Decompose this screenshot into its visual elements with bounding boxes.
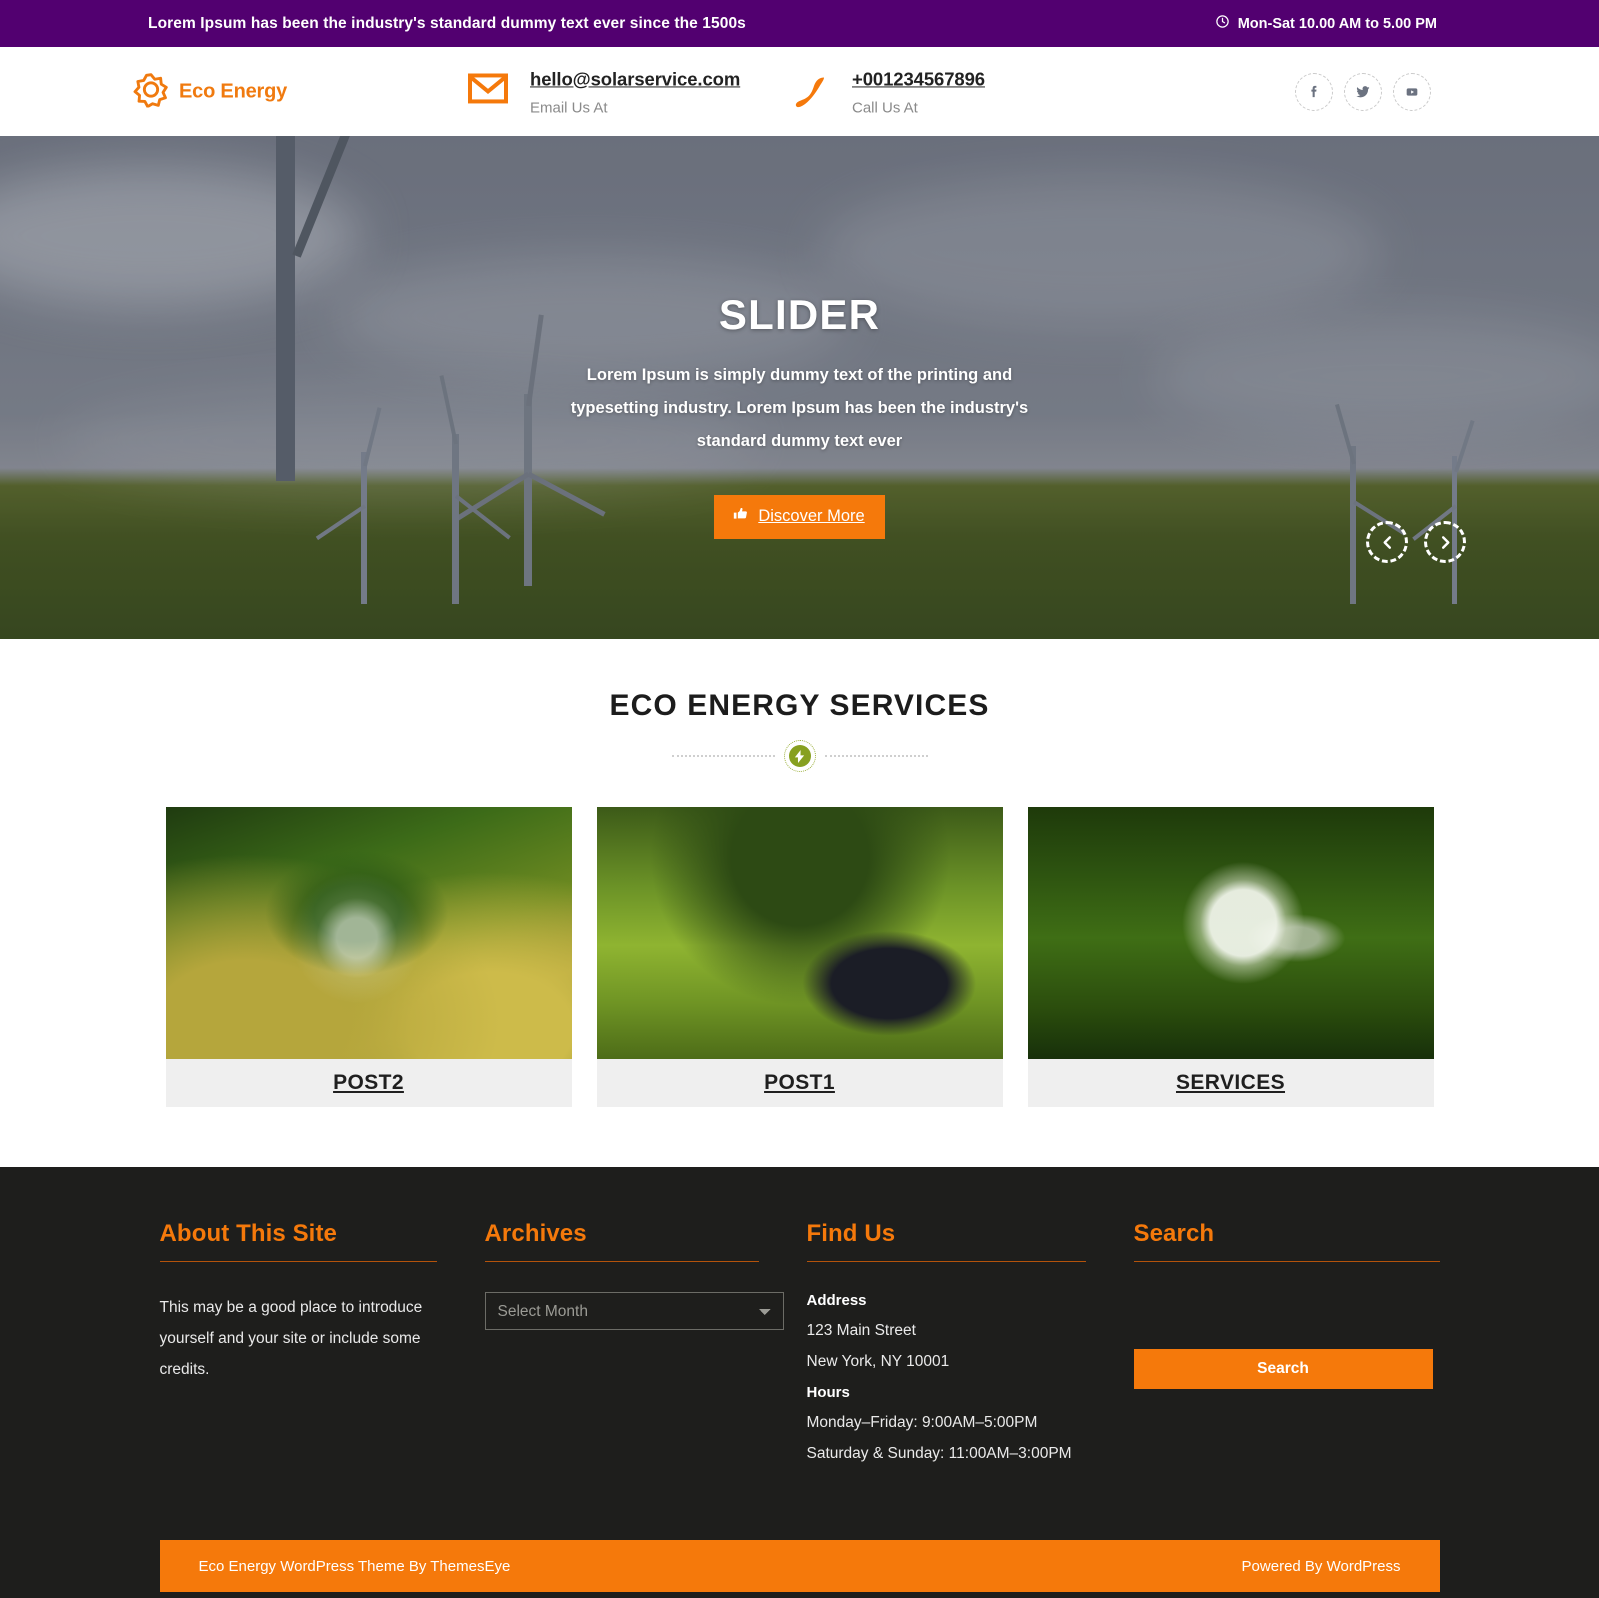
slider-content: SLIDER Lorem Ipsum is simply dummy text … xyxy=(0,291,1599,539)
top-announcement-bar: Lorem Ipsum has been the industry's stan… xyxy=(0,0,1599,47)
service-card-image[interactable] xyxy=(596,807,1003,1059)
hours-line-1: Monday–Friday: 9:00AM–5:00PM xyxy=(806,1414,1038,1431)
services-section: ECO ENERGY SERVICES POST2 POST1 SERVICES xyxy=(0,639,1599,1167)
footer-about-title: About This Site xyxy=(159,1220,337,1247)
logo-text: Eco Energy xyxy=(179,80,288,102)
slider-navigation xyxy=(1366,521,1466,563)
site-logo[interactable]: Eco Energy xyxy=(133,71,287,112)
chevron-right-icon[interactable] xyxy=(1424,521,1466,563)
service-card-image[interactable] xyxy=(165,807,572,1059)
archives-month-select[interactable]: Select Month xyxy=(484,1292,784,1330)
service-card-image[interactable] xyxy=(1027,807,1434,1059)
divider-line-left xyxy=(671,755,775,757)
service-card-caption: POST2 xyxy=(165,1059,572,1107)
service-card-caption: SERVICES xyxy=(1027,1059,1434,1107)
topbar-message: Lorem Ipsum has been the industry's stan… xyxy=(148,14,746,32)
search-input[interactable] xyxy=(1133,1292,1433,1330)
footer-credit-left[interactable]: Eco Energy WordPress Theme By ThemesEye xyxy=(199,1558,511,1575)
header-email-label: Email Us At xyxy=(530,99,608,117)
footer-bottom-bar: Eco Energy WordPress Theme By ThemesEye … xyxy=(159,1540,1440,1592)
service-card-caption: POST1 xyxy=(596,1059,1003,1107)
site-footer: About This Site This may be a good place… xyxy=(0,1167,1599,1598)
youtube-icon[interactable] xyxy=(1393,72,1431,111)
social-links xyxy=(1295,72,1431,111)
divider-line-right xyxy=(824,755,928,757)
footer-widget-search: Search Search xyxy=(1133,1220,1440,1476)
footer-credit-right[interactable]: Powered By WordPress xyxy=(1242,1558,1401,1575)
envelope-icon xyxy=(468,72,508,108)
topbar-hours-text: Mon-Sat 10.00 AM to 5.00 PM xyxy=(1237,15,1437,32)
header-email-block: hello@solarservice.com Email Us At xyxy=(468,67,740,116)
discover-more-button[interactable]: Discover More xyxy=(714,495,885,539)
address-label: Address xyxy=(806,1292,867,1309)
hero-slider: SLIDER Lorem Ipsum is simply dummy text … xyxy=(0,136,1599,639)
footer-widget-about: About This Site This may be a good place… xyxy=(159,1220,485,1476)
topbar-hours: Mon-Sat 10.00 AM to 5.00 PM xyxy=(1215,14,1437,33)
service-card[interactable]: POST1 xyxy=(596,807,1003,1107)
header-email-value[interactable]: hello@solarservice.com xyxy=(530,67,740,90)
site-header: Eco Energy hello@solarservice.com Email … xyxy=(0,47,1599,136)
search-button[interactable]: Search xyxy=(1133,1349,1433,1389)
discover-more-label: Discover More xyxy=(758,507,865,525)
service-card[interactable]: SERVICES xyxy=(1027,807,1434,1107)
sun-gear-icon xyxy=(133,71,169,112)
footer-search-title: Search xyxy=(1133,1220,1215,1247)
service-card-title[interactable]: POST2 xyxy=(333,1071,404,1095)
chevron-left-icon[interactable] xyxy=(1366,521,1408,563)
hours-label: Hours xyxy=(806,1384,850,1401)
header-phone-label: Call Us At xyxy=(852,99,918,117)
footer-archives-title: Archives xyxy=(484,1220,587,1247)
services-heading: ECO ENERGY SERVICES xyxy=(609,689,990,722)
service-card[interactable]: POST2 xyxy=(165,807,572,1107)
services-card-grid: POST2 POST1 SERVICES xyxy=(0,807,1599,1107)
address-line-1: 123 Main Street xyxy=(806,1322,916,1339)
clock-icon xyxy=(1215,14,1230,33)
footer-title-rule xyxy=(484,1261,759,1262)
service-card-title[interactable]: SERVICES xyxy=(1176,1071,1285,1095)
phone-icon xyxy=(794,73,830,114)
twitter-icon[interactable] xyxy=(1344,72,1382,111)
footer-title-rule xyxy=(159,1261,437,1262)
footer-widget-archives: Archives Select Month xyxy=(484,1220,807,1476)
hand-point-right-icon xyxy=(732,506,749,527)
footer-bottom-spacer xyxy=(0,1592,1599,1598)
slider-title: SLIDER xyxy=(718,291,881,338)
header-phone-block: +001234567896 Call Us At xyxy=(794,67,985,116)
footer-about-text: This may be a good place to introduce yo… xyxy=(159,1299,423,1378)
facebook-icon[interactable] xyxy=(1295,72,1333,111)
slider-description: Lorem Ipsum is simply dummy text of the … xyxy=(570,366,1029,450)
service-card-title[interactable]: POST1 xyxy=(764,1071,835,1095)
footer-find-us-title: Find Us xyxy=(806,1220,896,1247)
footer-widget-find-us: Find Us Address 123 Main Street New York… xyxy=(806,1220,1134,1476)
section-divider xyxy=(671,745,928,767)
lightning-bolt-badge-icon xyxy=(788,745,811,767)
footer-title-rule xyxy=(806,1261,1086,1262)
footer-title-rule xyxy=(1133,1261,1440,1262)
address-line-2: New York, NY 10001 xyxy=(806,1353,950,1370)
header-phone-value[interactable]: +001234567896 xyxy=(852,67,985,90)
hours-line-2: Saturday & Sunday: 11:00AM–3:00PM xyxy=(806,1445,1072,1462)
